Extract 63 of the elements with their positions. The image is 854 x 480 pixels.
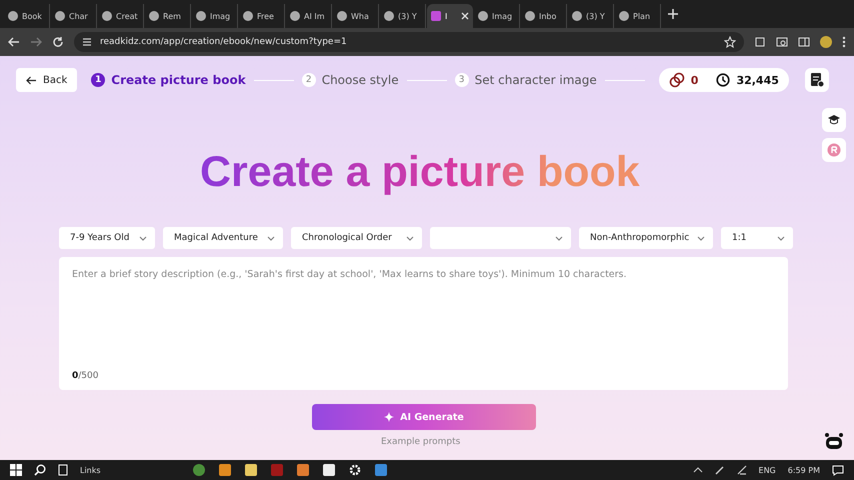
- sidebar-icon[interactable]: [798, 36, 810, 48]
- chevron-icon: [555, 236, 563, 240]
- address-bar[interactable]: readkidz.com/app/creation/ebook/new/custom?type=1: [74, 32, 744, 52]
- dropdown[interactable]: Non-Anthropomorphic: [579, 227, 713, 249]
- favicon-icon: [478, 11, 488, 21]
- sparkle-icon: [384, 412, 394, 422]
- clock-icon: [716, 73, 730, 87]
- favicon-icon: [243, 11, 253, 21]
- forward-arrow-icon[interactable]: [30, 36, 42, 48]
- chevron-icon: [406, 236, 414, 240]
- caret-up-icon[interactable]: [692, 467, 703, 473]
- favicon-icon: [384, 11, 394, 21]
- site-settings-icon[interactable]: [82, 37, 92, 47]
- menu-icon[interactable]: [842, 36, 846, 48]
- character-counter: 0/500: [72, 371, 98, 381]
- chevron-icon: [139, 236, 147, 240]
- close-icon[interactable]: [461, 12, 469, 20]
- credit-count: 32,445: [736, 74, 779, 86]
- step-indicator: 3 Set character image: [454, 73, 597, 87]
- favicon-icon: [55, 11, 65, 21]
- chevron-icon: [267, 236, 275, 240]
- arrow-left-icon: [26, 76, 37, 84]
- coin-count: 0: [690, 74, 698, 86]
- dropdown[interactable]: 7-9 Years Old: [59, 227, 155, 249]
- extensions-icon[interactable]: [754, 36, 766, 48]
- favicon-icon: [337, 11, 347, 21]
- document-icon[interactable]: [804, 68, 829, 92]
- dropdown[interactable]: 1:1: [721, 227, 793, 249]
- reload-icon[interactable]: [52, 36, 64, 48]
- clock-time[interactable]: 6:59 PM: [788, 466, 820, 474]
- favicon-icon: [149, 11, 159, 21]
- task-view-icon[interactable]: [58, 464, 68, 476]
- graduation-cap-icon[interactable]: [822, 108, 846, 132]
- favicon-icon: [572, 11, 582, 21]
- new-tab-icon[interactable]: [668, 9, 678, 19]
- favicon-icon: [290, 11, 300, 21]
- favicon-icon: [102, 11, 112, 21]
- chevron-icon: [697, 236, 705, 240]
- ai-generate-button[interactable]: AI Generate: [312, 404, 536, 430]
- notifications-icon[interactable]: [832, 464, 844, 476]
- browser-tab[interactable]: I: [427, 4, 473, 28]
- favicon-icon: [8, 11, 18, 21]
- step-indicator: 2 Choose style: [302, 73, 399, 87]
- windows-start-icon[interactable]: [10, 464, 22, 476]
- language-indicator[interactable]: ENG: [758, 466, 776, 474]
- robot-icon[interactable]: [824, 432, 844, 450]
- coins-icon: [668, 72, 685, 88]
- profile-avatar[interactable]: [820, 36, 832, 48]
- favicon-icon: [525, 11, 535, 21]
- search-icon[interactable]: [34, 464, 46, 476]
- screen-search-icon[interactable]: [776, 36, 788, 48]
- chevron-icon: [777, 236, 785, 240]
- dropdown[interactable]: Magical Adventure: [163, 227, 283, 249]
- star-icon[interactable]: [724, 36, 736, 48]
- links-toolbar[interactable]: Links: [80, 466, 101, 474]
- back-button[interactable]: Back: [16, 68, 78, 92]
- dropdown[interactable]: Chronological Order: [291, 227, 422, 249]
- step-indicator: 1 Create picture book: [91, 73, 246, 87]
- favicon-icon: [619, 11, 629, 21]
- gear-icon[interactable]: [348, 464, 361, 476]
- favicon-icon: [431, 11, 441, 21]
- favicon-icon: [196, 11, 206, 21]
- back-arrow-icon[interactable]: [8, 36, 20, 48]
